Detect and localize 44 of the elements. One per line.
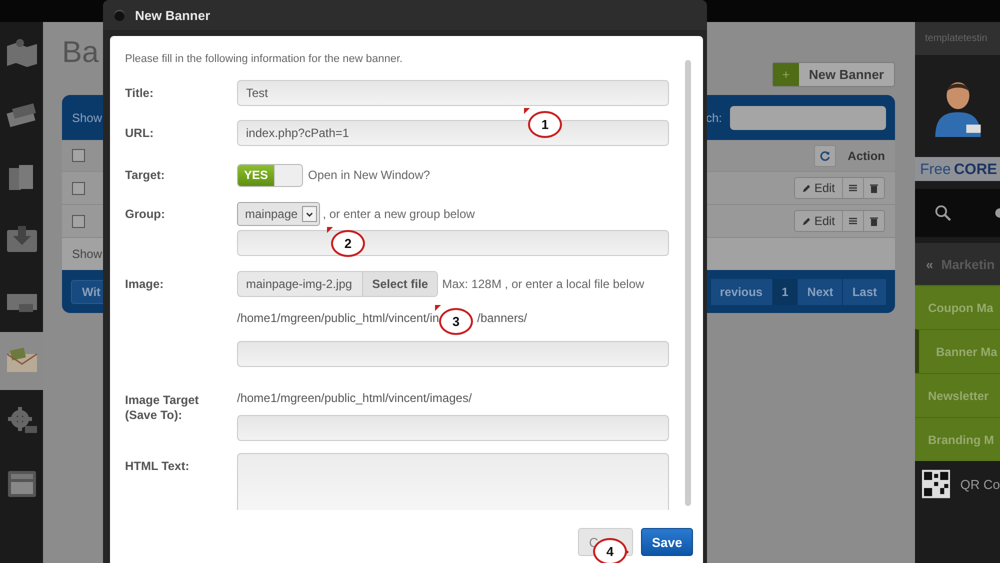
refresh-icon[interactable] (814, 144, 836, 166)
checkbox[interactable] (72, 149, 85, 162)
promo-banner[interactable]: Free CORE (915, 157, 1000, 181)
field-label: Target: (125, 167, 166, 184)
search-label: ch: (706, 110, 722, 124)
pagination-button[interactable]: Next (797, 278, 842, 304)
new-banner-button[interactable]: + New Banner (772, 62, 895, 87)
search-field[interactable] (730, 106, 886, 130)
checkbox[interactable] (72, 214, 85, 228)
qr-code-icon[interactable] (922, 469, 950, 499)
hint-text: , or enter a new group below (322, 207, 475, 221)
intro-text: Please fill in the following information for the new banner. (125, 52, 404, 66)
menu-item[interactable]: QR Co (960, 476, 1000, 492)
pencil-icon (802, 216, 812, 226)
field-label: Title: (125, 85, 154, 102)
input-field[interactable]: Test (237, 80, 669, 106)
checkbox[interactable] (72, 182, 85, 194)
field-label: Image: (125, 276, 165, 293)
input-field[interactable] (237, 415, 669, 441)
input-field[interactable] (237, 230, 669, 256)
caret-icon (304, 210, 314, 218)
toggle-switch[interactable]: YES (237, 164, 303, 186)
pagination-button[interactable]: revious (710, 278, 772, 304)
save-button[interactable]: Save (641, 528, 693, 556)
field-label: Group: (125, 206, 166, 223)
window-icon (114, 10, 125, 20)
table-footer-text: Show (72, 247, 102, 261)
input-field[interactable] (237, 341, 669, 367)
path-text: /banners/ (477, 311, 528, 325)
field-label: HTML Text: (125, 458, 190, 475)
pagination-button[interactable]: 1 (772, 278, 798, 304)
path-text: /home1/mgreen/public_html/vincent/images/ (237, 391, 473, 405)
hint-text: Max: 128M , or enter a local file below (442, 277, 644, 291)
map-icon (4, 36, 38, 70)
toggle-label: Open in New Window? (308, 168, 430, 182)
dialog-title: New Banner (135, 8, 210, 22)
pencil-icon (802, 184, 812, 192)
pagination-button[interactable]: Last (842, 278, 886, 304)
search-icon[interactable] (934, 204, 952, 222)
field-label: URL: (125, 125, 155, 142)
column-header: Action (848, 148, 885, 162)
group-dropdown[interactable]: mainpage (237, 202, 320, 226)
field-label: Image Target (Save To): (125, 392, 200, 423)
scrollbar[interactable] (685, 60, 691, 506)
